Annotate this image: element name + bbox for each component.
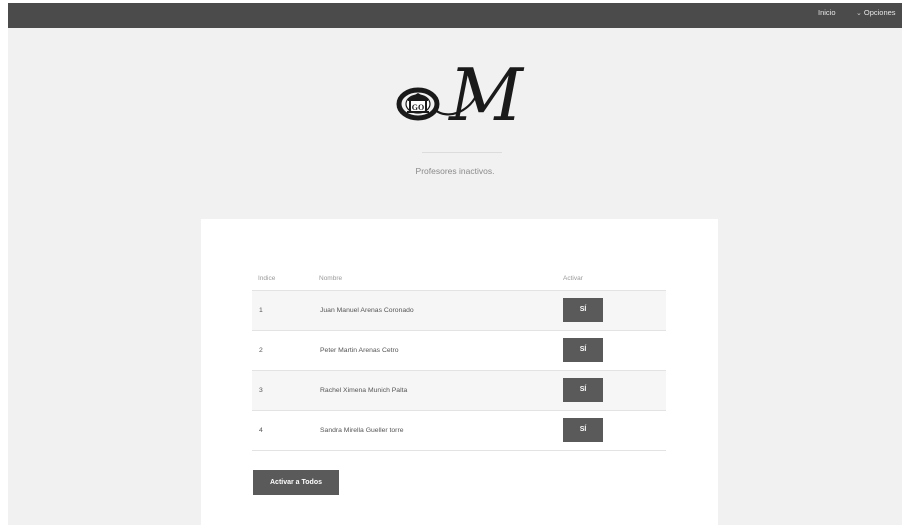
row-name: Juan Manuel Arenas Coronado: [320, 307, 414, 314]
table-row: 1 Juan Manuel Arenas Coronado SÍ: [252, 290, 666, 330]
row-name: Peter Martin Arenas Cetro: [320, 347, 399, 354]
divider: [422, 152, 502, 153]
chevron-down-icon: ⌄: [856, 10, 862, 17]
inactive-teachers-table: Indice Nombre Activar 1 Juan Manuel Aren…: [252, 266, 666, 451]
header-index: Indice: [258, 275, 276, 282]
page-background: Inicio ⌄ Opciones GO M Profesores inactiv…: [8, 3, 902, 525]
nav-opciones-label: Opciones: [863, 8, 896, 17]
table-row: 3 Rachel Ximena Munich Palta SÍ: [252, 370, 666, 410]
nav-opciones-menu[interactable]: ⌄ Opciones: [856, 3, 896, 28]
activate-button[interactable]: SÍ: [563, 298, 603, 322]
table-header: Indice Nombre Activar: [252, 266, 666, 290]
row-index: 2: [259, 347, 263, 354]
header-activate: Activar: [563, 275, 583, 282]
top-nav-bar: Inicio ⌄ Opciones: [8, 3, 902, 28]
content-card: Indice Nombre Activar 1 Juan Manuel Aren…: [201, 219, 718, 525]
row-index: 1: [259, 307, 263, 314]
row-index: 4: [259, 427, 263, 434]
activate-button[interactable]: SÍ: [563, 418, 603, 442]
activate-all-button[interactable]: Activar a Todos: [253, 470, 339, 495]
nav-inicio-link[interactable]: Inicio: [818, 3, 836, 28]
table-row: 4 Sandra Mirella Gueller torre SÍ: [252, 410, 666, 451]
page-subtitle: Profesores inactivos.: [415, 166, 495, 176]
table-row: 2 Peter Martin Arenas Cetro SÍ: [252, 330, 666, 370]
row-index: 3: [259, 387, 263, 394]
header-name: Nombre: [319, 275, 343, 282]
logo-letter: M: [447, 60, 525, 130]
logo-emblem-text: GO: [412, 103, 424, 112]
row-name: Sandra Mirella Gueller torre: [320, 427, 404, 434]
activate-button[interactable]: SÍ: [563, 378, 603, 402]
row-name: Rachel Ximena Munich Palta: [320, 387, 408, 394]
logo: GO M: [396, 60, 525, 130]
activate-button[interactable]: SÍ: [563, 338, 603, 362]
